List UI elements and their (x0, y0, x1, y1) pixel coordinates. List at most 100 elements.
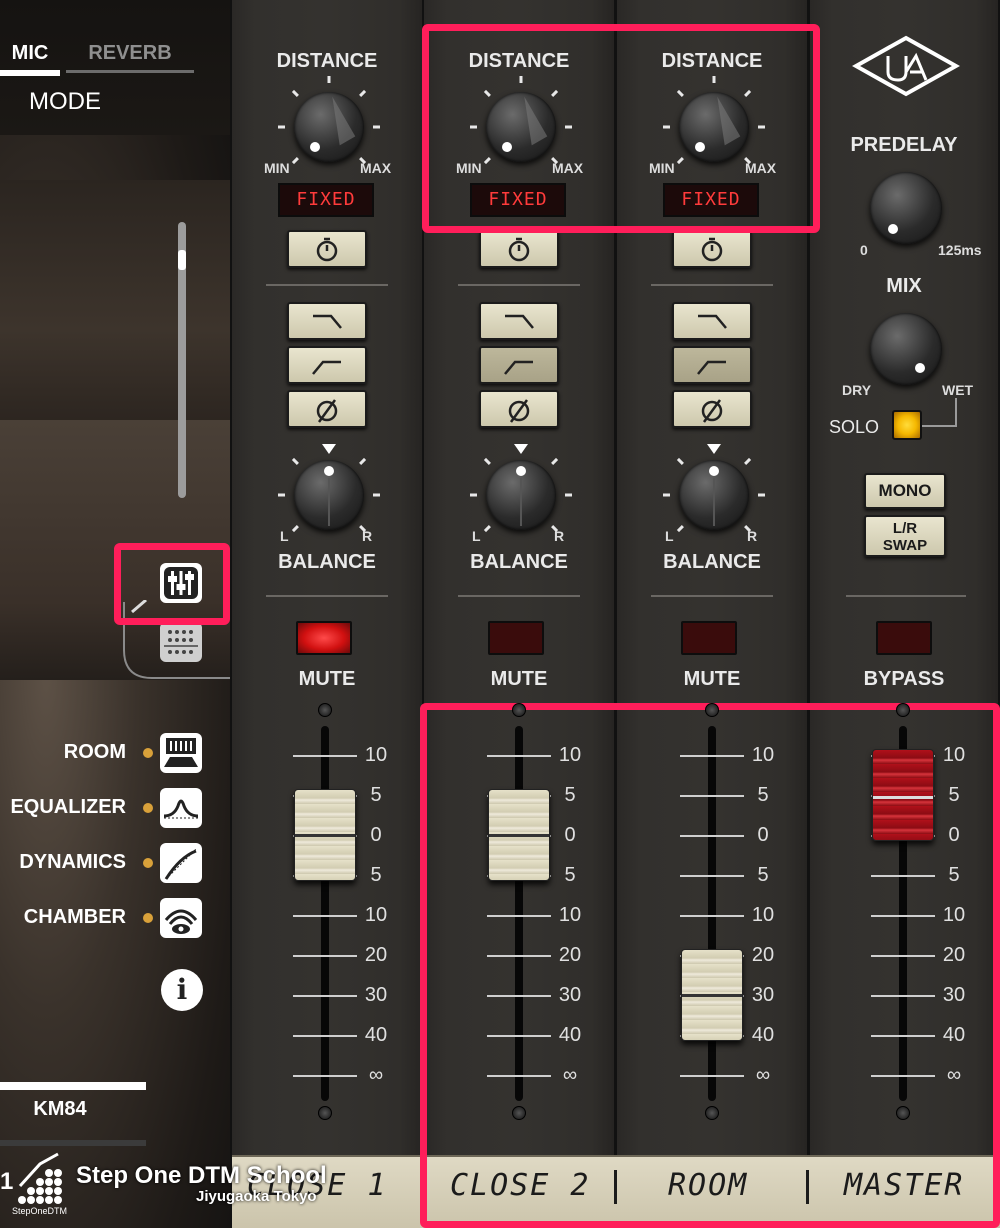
mono-button[interactable]: MONO (864, 473, 946, 509)
scrollbar-thumb[interactable] (178, 250, 186, 270)
distance-knob[interactable] (486, 92, 556, 162)
fader-tick (871, 995, 935, 997)
mix-knob[interactable] (870, 313, 942, 385)
nav-item-dynamics[interactable]: DYNAMICS (0, 841, 230, 885)
mute-button[interactable] (296, 621, 352, 655)
fader-scale-label: 5 (757, 864, 769, 886)
distance-max: MAX (360, 160, 392, 176)
stepone-logo-icon (18, 1152, 62, 1204)
highpass-icon (697, 360, 726, 375)
nav-item-equalizer[interactable]: EQUALIZER (0, 786, 230, 830)
fader-scale-label: 10 (942, 904, 966, 926)
lowpass-button[interactable] (479, 302, 559, 340)
screw (896, 1106, 910, 1120)
mute-button[interactable] (488, 621, 544, 655)
screw (318, 703, 332, 717)
distance-knob[interactable] (294, 92, 364, 162)
info-button[interactable]: i (161, 969, 203, 1011)
screw (512, 703, 526, 717)
predelay-min: 0 (860, 242, 868, 258)
mixer-view-button[interactable] (160, 563, 202, 603)
fader-tick (871, 875, 935, 877)
delay-comp-button[interactable] (287, 230, 367, 268)
tape-label-close-2[interactable]: CLOSE 2 (450, 1168, 590, 1203)
fader-cap-line (489, 834, 549, 837)
fader-scale-label: 40 (364, 1024, 388, 1046)
master-fader[interactable] (872, 749, 934, 841)
fader-scale-label: 40 (751, 1024, 775, 1046)
fader-scale-label: ∞ (562, 1064, 578, 1086)
fader-scale-label: 0 (370, 824, 382, 846)
delay-comp-button[interactable] (479, 230, 559, 268)
fader-scale-label: 10 (558, 744, 582, 766)
fader-slot-2 (515, 726, 523, 1101)
stopwatch-icon (316, 237, 338, 262)
divider (266, 284, 388, 286)
fader-scale-label: 10 (558, 904, 582, 926)
tape-separator (806, 1170, 809, 1204)
distance-knob[interactable] (679, 92, 749, 162)
balance-knob[interactable] (294, 460, 364, 530)
highpass-button[interactable] (287, 346, 367, 384)
phase-invert-icon (701, 399, 723, 423)
balance-knob[interactable] (486, 460, 556, 530)
fader-tick (680, 795, 744, 797)
balance-knob[interactable] (679, 460, 749, 530)
phase-button[interactable] (287, 390, 367, 428)
tab-mic[interactable]: MIC (0, 42, 60, 65)
nav-item-chamber[interactable]: CHAMBER (0, 896, 230, 940)
fader-tick (871, 915, 935, 917)
mute-button[interactable] (681, 621, 737, 655)
highpass-button[interactable] (672, 346, 752, 384)
phase-button[interactable] (672, 390, 752, 428)
predelay-knob[interactable] (870, 172, 942, 244)
lowpass-button[interactable] (287, 302, 367, 340)
mute-label: MUTE (683, 668, 741, 690)
tape-label-master[interactable]: MASTER (844, 1168, 964, 1203)
highpass-icon (504, 360, 533, 375)
fader-scale-label: 30 (751, 984, 775, 1006)
ua-logo (852, 35, 960, 97)
fader-cap-line (682, 994, 742, 997)
tape-label-room[interactable]: ROOM (668, 1168, 748, 1203)
fader-scale-label: 30 (558, 984, 582, 1006)
divider (458, 284, 580, 286)
fader-tick (487, 1075, 551, 1077)
watermark-title: Step One DTM School (76, 1162, 327, 1189)
channel-fader-1[interactable] (294, 789, 356, 881)
mix-label: MIX (886, 275, 922, 297)
dynamics-icon (160, 843, 202, 883)
lr-swap-button[interactable]: L/R SWAP (864, 515, 946, 557)
knob-indicator (324, 466, 334, 476)
delay-comp-button[interactable] (672, 230, 752, 268)
fader-scale-label: 40 (558, 1024, 582, 1046)
fader-scale-label: 30 (942, 984, 966, 1006)
knob-line (328, 478, 330, 526)
fader-tick (293, 955, 357, 957)
solo-lamp[interactable] (892, 410, 922, 440)
mic-selector-bar[interactable] (0, 1082, 146, 1090)
knob-indicator (502, 142, 512, 152)
fader-scale-label: ∞ (755, 1064, 771, 1086)
lowpass-button[interactable] (672, 302, 752, 340)
fader-scale-label: 0 (757, 824, 769, 846)
fader-scale-label: 20 (558, 944, 582, 966)
bypass-lamp[interactable] (876, 621, 932, 655)
fader-tick (871, 1075, 935, 1077)
balance-l: L (665, 528, 674, 544)
mode-label: MODE (29, 88, 101, 115)
channel-number: 1 (0, 1168, 14, 1195)
fader-tick (871, 955, 935, 957)
fader-scale-label: 0 (948, 824, 960, 846)
tab-reverb[interactable]: REVERB (66, 42, 194, 65)
channel-fader-3[interactable] (681, 949, 743, 1041)
fader-tick (293, 755, 357, 757)
mic-name[interactable]: KM84 (0, 1098, 120, 1121)
channel-fader-2[interactable] (488, 789, 550, 881)
nav-label-room: ROOM (63, 741, 126, 763)
highpass-button[interactable] (479, 346, 559, 384)
nav-dot (143, 748, 153, 758)
balance-center-marker (707, 444, 721, 454)
phase-button[interactable] (479, 390, 559, 428)
nav-item-room[interactable]: ROOM (0, 731, 230, 775)
